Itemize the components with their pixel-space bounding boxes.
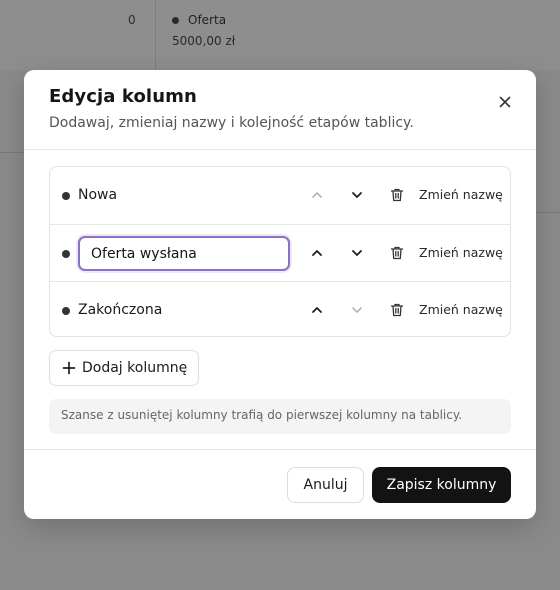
move-up-button[interactable] [307, 243, 327, 263]
chevron-down-icon [352, 250, 362, 256]
column-dot [62, 250, 70, 258]
edit-columns-dialog: Edycja kolumn Dodawaj, zmieniaj nazwy i … [24, 70, 536, 519]
move-down-button[interactable] [347, 243, 367, 263]
chevron-down-icon [352, 307, 362, 313]
plus-icon [62, 361, 76, 375]
cancel-button[interactable]: Anuluj [287, 467, 364, 503]
board-divider-left [0, 152, 24, 153]
trash-icon [390, 246, 404, 260]
move-down-button[interactable] [347, 185, 367, 205]
add-column-label: Dodaj kolumnę [82, 360, 188, 376]
column-row: Zmień nazwę [50, 224, 510, 281]
dialog-subtitle: Dodawaj, zmieniaj nazwy i kolejność etap… [49, 115, 414, 131]
delete-column-button[interactable] [387, 243, 407, 263]
add-column-button[interactable]: Dodaj kolumnę [49, 350, 199, 386]
move-up-button[interactable] [307, 185, 327, 205]
chevron-down-icon [352, 192, 362, 198]
rename-button[interactable]: Zmień nazwę [419, 302, 509, 317]
move-up-button[interactable] [307, 300, 327, 320]
column-name-input[interactable] [78, 236, 290, 271]
rename-button[interactable]: Zmień nazwę [419, 187, 509, 202]
close-icon [499, 96, 511, 108]
chevron-up-icon [312, 307, 322, 313]
deal-card-price: 5000,00 zł [172, 34, 236, 48]
board-divider-right [536, 212, 560, 213]
trash-icon [390, 303, 404, 317]
column-row: Zakończona Zmień nazwę [50, 281, 510, 336]
deal-card-title: Oferta [188, 13, 227, 27]
move-down-button[interactable] [347, 300, 367, 320]
columns-list: Nowa Zmień nazwę Oferta wysłana Zmień na… [49, 166, 511, 337]
header-divider [24, 149, 536, 150]
column-name: Nowa [78, 187, 118, 203]
column-name: Zakończona [78, 302, 163, 318]
delete-column-button[interactable] [387, 300, 407, 320]
trash-icon [390, 188, 404, 202]
board-columns-strip [0, 0, 560, 70]
chevron-up-icon [312, 192, 322, 198]
save-columns-button[interactable]: Zapisz kolumny [372, 467, 511, 503]
dialog-title: Edycja kolumn [49, 86, 197, 107]
board-column-divider [155, 0, 156, 70]
card-status-dot [172, 17, 179, 24]
column-row: Nowa Zmień nazwę [50, 167, 510, 224]
chevron-up-icon [312, 250, 322, 256]
footer-divider [24, 449, 536, 450]
column-count: 0 [128, 13, 136, 27]
close-button[interactable] [494, 91, 516, 113]
rename-button[interactable]: Zmień nazwę [419, 245, 509, 260]
column-dot [62, 192, 70, 200]
column-dot [62, 307, 70, 315]
delete-column-button[interactable] [387, 185, 407, 205]
info-note: Szanse z usuniętej kolumny trafią do pie… [49, 399, 511, 434]
